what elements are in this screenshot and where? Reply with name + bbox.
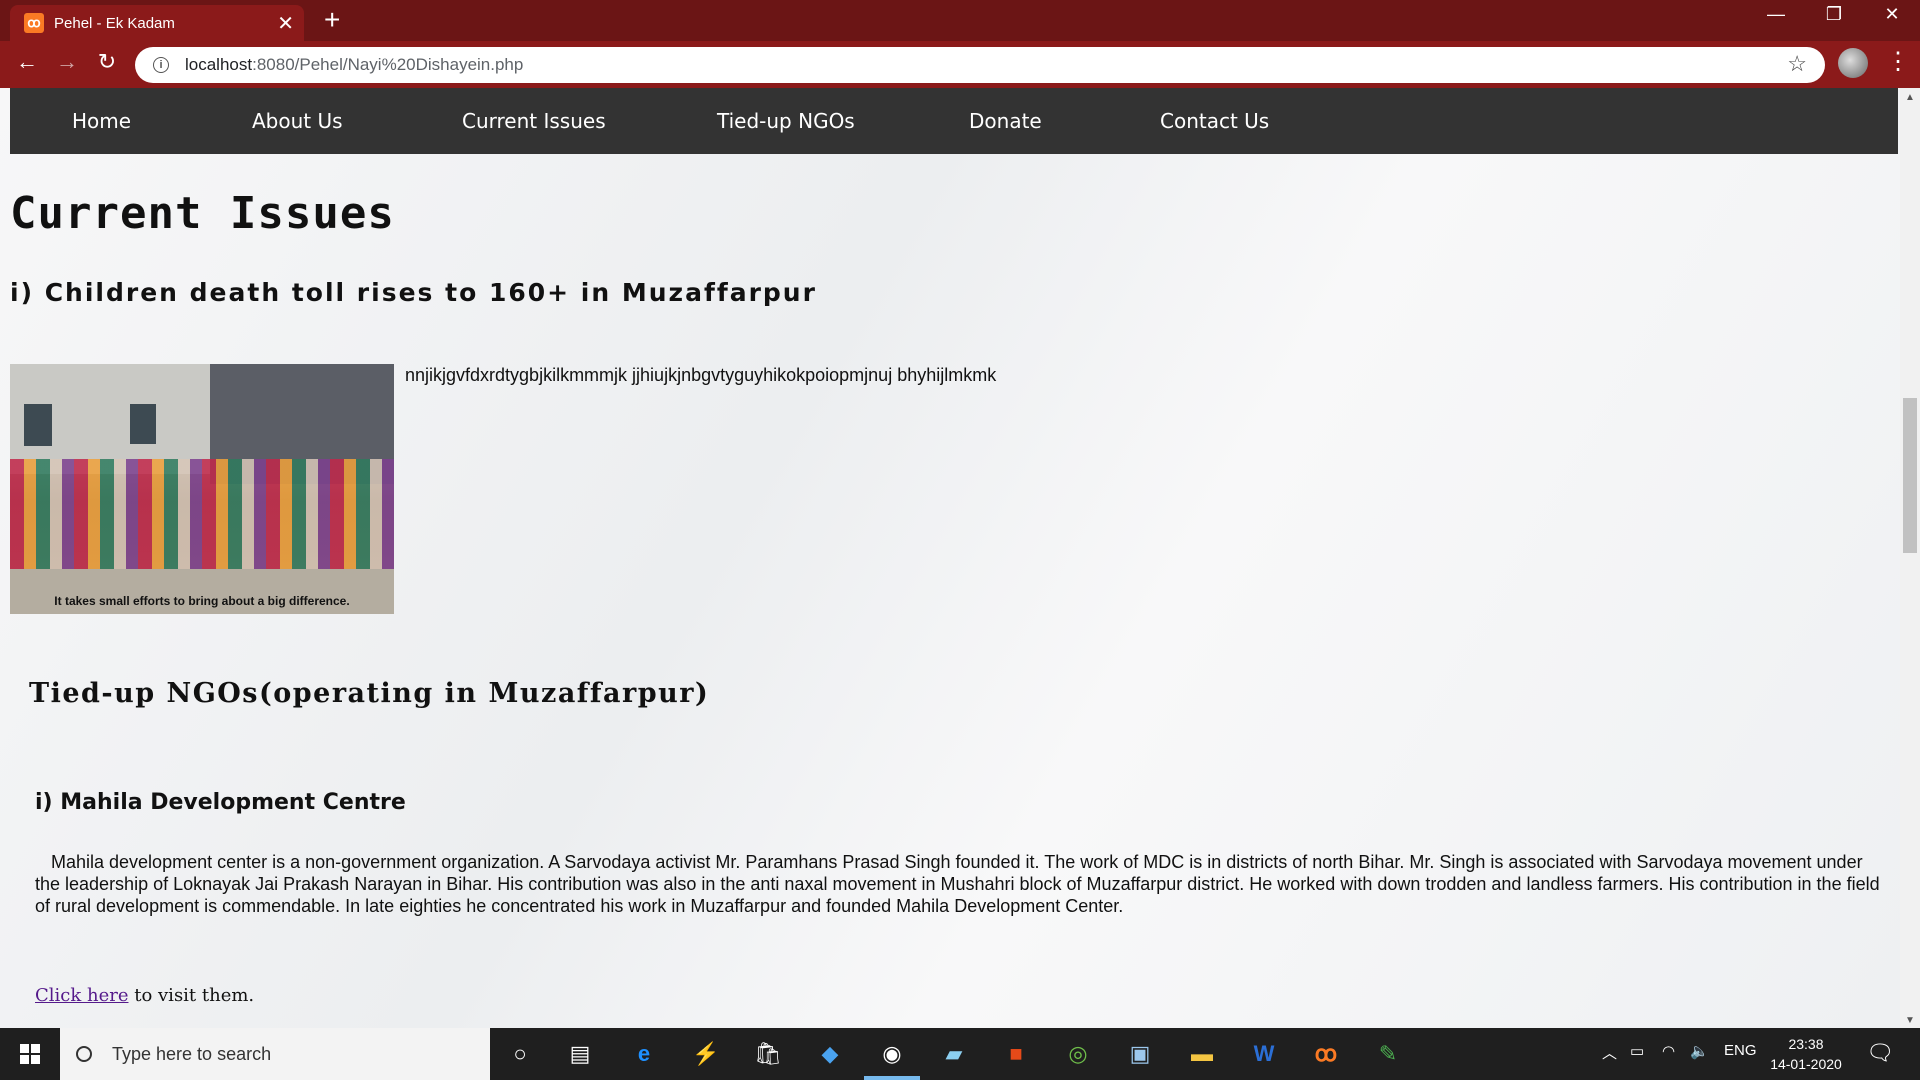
windows-logo-icon: [20, 1044, 40, 1064]
nav-home[interactable]: Home: [72, 109, 131, 133]
ngo-visit-link[interactable]: Click here: [35, 985, 129, 1006]
back-button[interactable]: ←: [12, 49, 42, 75]
nav-donate[interactable]: Donate: [969, 109, 1042, 133]
page-title: Current Issues: [10, 188, 395, 239]
tab-title: Pehel - Ek Kadam: [54, 14, 175, 32]
notes-app-icon[interactable]: ▰: [936, 1036, 972, 1072]
edge-icon[interactable]: e: [626, 1036, 662, 1072]
issue-photo: It takes small efforts to bring about a …: [10, 364, 394, 614]
ngo-name: i) Mahila Development Centre: [35, 790, 406, 815]
browser-menu-icon[interactable]: ⋮: [1886, 47, 1910, 76]
scroll-up-arrow-icon[interactable]: ▲: [1905, 92, 1915, 103]
nav-contact-us[interactable]: Contact Us: [1160, 109, 1269, 133]
close-window-button[interactable]: ✕: [1872, 4, 1912, 25]
issue-heading: i) Children death toll rises to 160+ in …: [10, 278, 817, 307]
site-navigation: Home About Us Current Issues Tied-up NGO…: [10, 88, 1898, 154]
close-tab-icon[interactable]: ✕: [277, 11, 294, 36]
visual-studio-icon[interactable]: ⚡: [688, 1036, 724, 1072]
task-view-icon[interactable]: ▤: [562, 1036, 598, 1072]
minimize-window-button[interactable]: —: [1756, 4, 1796, 25]
browser-tab-strip: ꝏ Pehel - Ek Kadam ✕ + — ❐ ✕: [0, 0, 1920, 41]
page-scrollbar[interactable]: ▲ ▼: [1900, 88, 1920, 1028]
scroll-down-arrow-icon[interactable]: ▼: [1905, 1015, 1915, 1026]
nav-tied-up-ngos[interactable]: Tied-up NGOs: [717, 109, 855, 133]
url-host: localhost: [185, 55, 253, 74]
android-studio-icon[interactable]: ◎: [1060, 1036, 1096, 1072]
office-app-icon[interactable]: ■: [998, 1036, 1034, 1072]
chrome-icon[interactable]: ◉: [874, 1036, 910, 1072]
nav-about-us[interactable]: About Us: [252, 109, 343, 133]
nav-current-issues[interactable]: Current Issues: [462, 109, 606, 133]
xampp-favicon-icon: ꝏ: [24, 13, 44, 33]
active-app-indicator: [864, 1076, 920, 1080]
start-button[interactable]: [0, 1028, 60, 1080]
clock-date: 14-01-2020: [1770, 1056, 1842, 1072]
system-clock[interactable]: 23:38 14-01-2020: [1770, 1034, 1842, 1074]
action-center-icon[interactable]: 🗨: [1866, 1040, 1894, 1066]
language-indicator[interactable]: ENG: [1724, 1042, 1757, 1059]
browser-tab[interactable]: ꝏ Pehel - Ek Kadam ✕: [10, 5, 304, 41]
search-icon: [76, 1046, 92, 1062]
new-tab-button[interactable]: +: [324, 4, 340, 36]
battery-icon[interactable]: ▭: [1630, 1042, 1644, 1060]
ngo-visit-suffix: to visit them.: [128, 985, 255, 1006]
ngo-visit-line: Click here to visit them.: [35, 985, 254, 1006]
ngo-description: Mahila development center is a non-gover…: [35, 852, 1880, 916]
bookmark-star-icon[interactable]: ☆: [1787, 51, 1807, 77]
wifi-icon[interactable]: ◠: [1662, 1042, 1675, 1060]
windows-taskbar: Type here to search ○ ▤ e ⚡ 🛍 ◆ ◉ ▰ ■ ◎ …: [0, 1028, 1920, 1080]
word-icon[interactable]: W: [1246, 1036, 1282, 1072]
notepad-plus-icon[interactable]: ✎: [1370, 1036, 1406, 1072]
browser-toolbar: ← → ↻ i localhost:8080/Pehel/Nayi%20Dish…: [0, 41, 1920, 88]
clock-time: 23:38: [1788, 1036, 1824, 1052]
issue-description: nnjikjgvfdxrdtygbjkilkmmmjk jjhiujkjnbgv…: [405, 365, 997, 385]
issue-photo-caption: It takes small efforts to bring about a …: [54, 594, 350, 608]
ngo-section-heading: Tied-up NGOs(operating in Muzaffarpur): [29, 678, 710, 709]
image-viewer-icon[interactable]: ▣: [1122, 1036, 1158, 1072]
taskbar-search[interactable]: Type here to search: [60, 1028, 490, 1080]
file-explorer-icon[interactable]: ▬: [1184, 1036, 1220, 1072]
xampp-icon[interactable]: ꝏ: [1308, 1036, 1344, 1072]
page-viewport: Home About Us Current Issues Tied-up NGO…: [0, 88, 1900, 1028]
address-bar[interactable]: i localhost:8080/Pehel/Nayi%20Dishayein.…: [135, 47, 1825, 83]
forward-button[interactable]: →: [52, 49, 82, 75]
app-icon[interactable]: ◆: [812, 1036, 848, 1072]
reload-button[interactable]: ↻: [92, 49, 122, 75]
scrollbar-thumb[interactable]: [1903, 398, 1917, 553]
site-info-icon[interactable]: i: [153, 57, 169, 73]
restore-window-button[interactable]: ❐: [1814, 4, 1854, 25]
show-hidden-icons-icon[interactable]: ︿: [1602, 1042, 1617, 1063]
url-path: :8080/Pehel/Nayi%20Dishayein.php: [252, 55, 524, 74]
store-icon[interactable]: 🛍: [750, 1036, 786, 1072]
profile-avatar[interactable]: [1838, 48, 1868, 78]
cortana-icon[interactable]: ○: [502, 1036, 538, 1072]
volume-icon[interactable]: 🔈: [1690, 1042, 1709, 1060]
taskbar-search-placeholder: Type here to search: [112, 1043, 272, 1064]
